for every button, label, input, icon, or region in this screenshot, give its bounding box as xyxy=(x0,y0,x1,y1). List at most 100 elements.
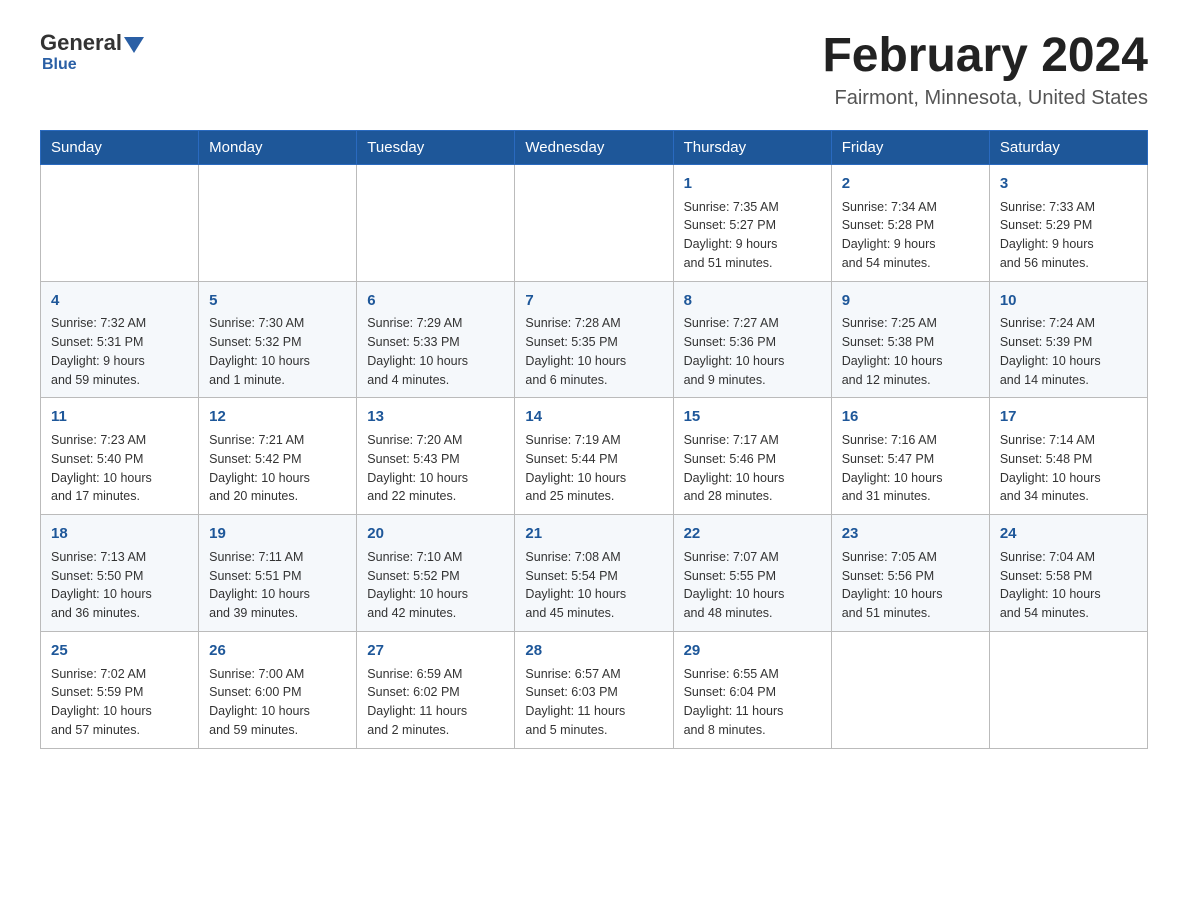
day-info: Sunrise: 7:13 AMSunset: 5:50 PMDaylight:… xyxy=(51,548,188,623)
calendar-cell xyxy=(515,164,673,281)
logo-blue-text: Blue xyxy=(42,56,77,73)
calendar-header-row: SundayMondayTuesdayWednesdayThursdayFrid… xyxy=(41,130,1148,164)
day-info: Sunrise: 7:23 AMSunset: 5:40 PMDaylight:… xyxy=(51,431,188,506)
logo: General Blue xyxy=(40,30,146,74)
day-info: Sunrise: 7:21 AMSunset: 5:42 PMDaylight:… xyxy=(209,431,346,506)
calendar-cell: 29 Sunrise: 6:55 AMSunset: 6:04 PMDayligh… xyxy=(673,631,831,748)
calendar-cell: 23 Sunrise: 7:05 AMSunset: 5:56 PMDayligh… xyxy=(831,515,989,632)
day-info: Sunrise: 6:57 AMSunset: 6:03 PMDaylight:… xyxy=(525,665,662,740)
day-info: Sunrise: 7:17 AMSunset: 5:46 PMDaylight:… xyxy=(684,431,821,506)
location-text: Fairmont, Minnesota, United States xyxy=(822,87,1148,110)
column-header-tuesday: Tuesday xyxy=(357,130,515,164)
day-number: 4 xyxy=(51,290,188,312)
calendar-cell: 3 Sunrise: 7:33 AMSunset: 5:29 PMDaylight… xyxy=(989,164,1147,281)
column-header-monday: Monday xyxy=(199,130,357,164)
day-info: Sunrise: 7:10 AMSunset: 5:52 PMDaylight:… xyxy=(367,548,504,623)
calendar-cell xyxy=(357,164,515,281)
calendar-cell: 4Sunrise: 7:32 AMSunset: 5:31 PMDaylight… xyxy=(41,281,199,398)
day-info: Sunrise: 7:02 AMSunset: 5:59 PMDaylight:… xyxy=(51,665,188,740)
day-number: 21 xyxy=(525,523,662,545)
day-number: 2 xyxy=(842,173,979,195)
calendar-cell: 8Sunrise: 7:27 AMSunset: 5:36 PMDaylight… xyxy=(673,281,831,398)
calendar-cell: 12Sunrise: 7:21 AMSunset: 5:42 PMDayligh… xyxy=(199,398,357,515)
calendar-cell: 13 Sunrise: 7:20 AMSunset: 5:43 PMDayligh… xyxy=(357,398,515,515)
calendar-cell: 25 Sunrise: 7:02 AMSunset: 5:59 PMDayligh… xyxy=(41,631,199,748)
calendar-cell: 17Sunrise: 7:14 AMSunset: 5:48 PMDayligh… xyxy=(989,398,1147,515)
day-number: 20 xyxy=(367,523,504,545)
day-number: 24 xyxy=(1000,523,1137,545)
day-info: Sunrise: 7:07 AMSunset: 5:55 PMDaylight:… xyxy=(684,548,821,623)
calendar-cell: 20 Sunrise: 7:10 AMSunset: 5:52 PMDayligh… xyxy=(357,515,515,632)
logo-arrow-icon xyxy=(124,37,144,53)
day-number: 10 xyxy=(1000,290,1137,312)
calendar-week-row: 4Sunrise: 7:32 AMSunset: 5:31 PMDaylight… xyxy=(41,281,1148,398)
calendar-cell: 16 Sunrise: 7:16 AMSunset: 5:47 PMDayligh… xyxy=(831,398,989,515)
calendar-cell: 22 Sunrise: 7:07 AMSunset: 5:55 PMDayligh… xyxy=(673,515,831,632)
calendar-cell: 5Sunrise: 7:30 AMSunset: 5:32 PMDaylight… xyxy=(199,281,357,398)
title-section: February 2024 Fairmont, Minnesota, Unite… xyxy=(822,30,1148,110)
day-info: Sunrise: 7:25 AMSunset: 5:38 PMDaylight:… xyxy=(842,314,979,389)
day-number: 22 xyxy=(684,523,821,545)
day-number: 28 xyxy=(525,640,662,662)
calendar-cell xyxy=(989,631,1147,748)
day-number: 25 xyxy=(51,640,188,662)
calendar-week-row: 18 Sunrise: 7:13 AMSunset: 5:50 PMDayligh… xyxy=(41,515,1148,632)
column-header-saturday: Saturday xyxy=(989,130,1147,164)
calendar-cell: 14 Sunrise: 7:19 AMSunset: 5:44 PMDayligh… xyxy=(515,398,673,515)
calendar-cell: 21 Sunrise: 7:08 AMSunset: 5:54 PMDayligh… xyxy=(515,515,673,632)
day-info: Sunrise: 7:24 AMSunset: 5:39 PMDaylight:… xyxy=(1000,314,1137,389)
day-info: Sunrise: 7:19 AMSunset: 5:44 PMDaylight:… xyxy=(525,431,662,506)
day-number: 1 xyxy=(684,173,821,195)
day-info: Sunrise: 7:33 AMSunset: 5:29 PMDaylight:… xyxy=(1000,198,1137,273)
day-info: Sunrise: 7:34 AMSunset: 5:28 PMDaylight:… xyxy=(842,198,979,273)
day-number: 19 xyxy=(209,523,346,545)
day-number: 14 xyxy=(525,406,662,428)
day-info: Sunrise: 7:04 AMSunset: 5:58 PMDaylight:… xyxy=(1000,548,1137,623)
day-number: 11 xyxy=(51,406,188,428)
page-header: General Blue February 2024 Fairmont, Min… xyxy=(40,30,1148,110)
calendar-table: SundayMondayTuesdayWednesdayThursdayFrid… xyxy=(40,130,1148,749)
day-info: Sunrise: 7:28 AMSunset: 5:35 PMDaylight:… xyxy=(525,314,662,389)
calendar-cell: 2 Sunrise: 7:34 AMSunset: 5:28 PMDaylight… xyxy=(831,164,989,281)
day-number: 8 xyxy=(684,290,821,312)
day-number: 29 xyxy=(684,640,821,662)
day-number: 13 xyxy=(367,406,504,428)
day-number: 7 xyxy=(525,290,662,312)
day-number: 3 xyxy=(1000,173,1137,195)
calendar-cell xyxy=(831,631,989,748)
calendar-cell: 10Sunrise: 7:24 AMSunset: 5:39 PMDayligh… xyxy=(989,281,1147,398)
calendar-cell xyxy=(41,164,199,281)
day-info: Sunrise: 6:59 AMSunset: 6:02 PMDaylight:… xyxy=(367,665,504,740)
calendar-cell: 18 Sunrise: 7:13 AMSunset: 5:50 PMDayligh… xyxy=(41,515,199,632)
day-info: Sunrise: 7:11 AMSunset: 5:51 PMDaylight:… xyxy=(209,548,346,623)
day-info: Sunrise: 7:32 AMSunset: 5:31 PMDaylight:… xyxy=(51,314,188,389)
day-info: Sunrise: 7:08 AMSunset: 5:54 PMDaylight:… xyxy=(525,548,662,623)
column-header-wednesday: Wednesday xyxy=(515,130,673,164)
calendar-cell: 7Sunrise: 7:28 AMSunset: 5:35 PMDaylight… xyxy=(515,281,673,398)
column-header-friday: Friday xyxy=(831,130,989,164)
column-header-sunday: Sunday xyxy=(41,130,199,164)
day-info: Sunrise: 7:27 AMSunset: 5:36 PMDaylight:… xyxy=(684,314,821,389)
column-header-thursday: Thursday xyxy=(673,130,831,164)
day-number: 16 xyxy=(842,406,979,428)
calendar-cell: 28 Sunrise: 6:57 AMSunset: 6:03 PMDayligh… xyxy=(515,631,673,748)
day-number: 18 xyxy=(51,523,188,545)
month-title: February 2024 xyxy=(822,30,1148,83)
day-number: 26 xyxy=(209,640,346,662)
calendar-week-row: 25 Sunrise: 7:02 AMSunset: 5:59 PMDayligh… xyxy=(41,631,1148,748)
day-number: 9 xyxy=(842,290,979,312)
calendar-cell: 6Sunrise: 7:29 AMSunset: 5:33 PMDaylight… xyxy=(357,281,515,398)
day-number: 5 xyxy=(209,290,346,312)
day-info: Sunrise: 7:16 AMSunset: 5:47 PMDaylight:… xyxy=(842,431,979,506)
day-info: Sunrise: 7:20 AMSunset: 5:43 PMDaylight:… xyxy=(367,431,504,506)
day-info: Sunrise: 6:55 AMSunset: 6:04 PMDaylight:… xyxy=(684,665,821,740)
calendar-cell: 26Sunrise: 7:00 AMSunset: 6:00 PMDayligh… xyxy=(199,631,357,748)
day-info: Sunrise: 7:30 AMSunset: 5:32 PMDaylight:… xyxy=(209,314,346,389)
day-number: 6 xyxy=(367,290,504,312)
calendar-cell: 1Sunrise: 7:35 AMSunset: 5:27 PMDaylight… xyxy=(673,164,831,281)
day-info: Sunrise: 7:05 AMSunset: 5:56 PMDaylight:… xyxy=(842,548,979,623)
calendar-week-row: 11 Sunrise: 7:23 AMSunset: 5:40 PMDayligh… xyxy=(41,398,1148,515)
day-number: 23 xyxy=(842,523,979,545)
calendar-cell: 15Sunrise: 7:17 AMSunset: 5:46 PMDayligh… xyxy=(673,398,831,515)
day-number: 27 xyxy=(367,640,504,662)
